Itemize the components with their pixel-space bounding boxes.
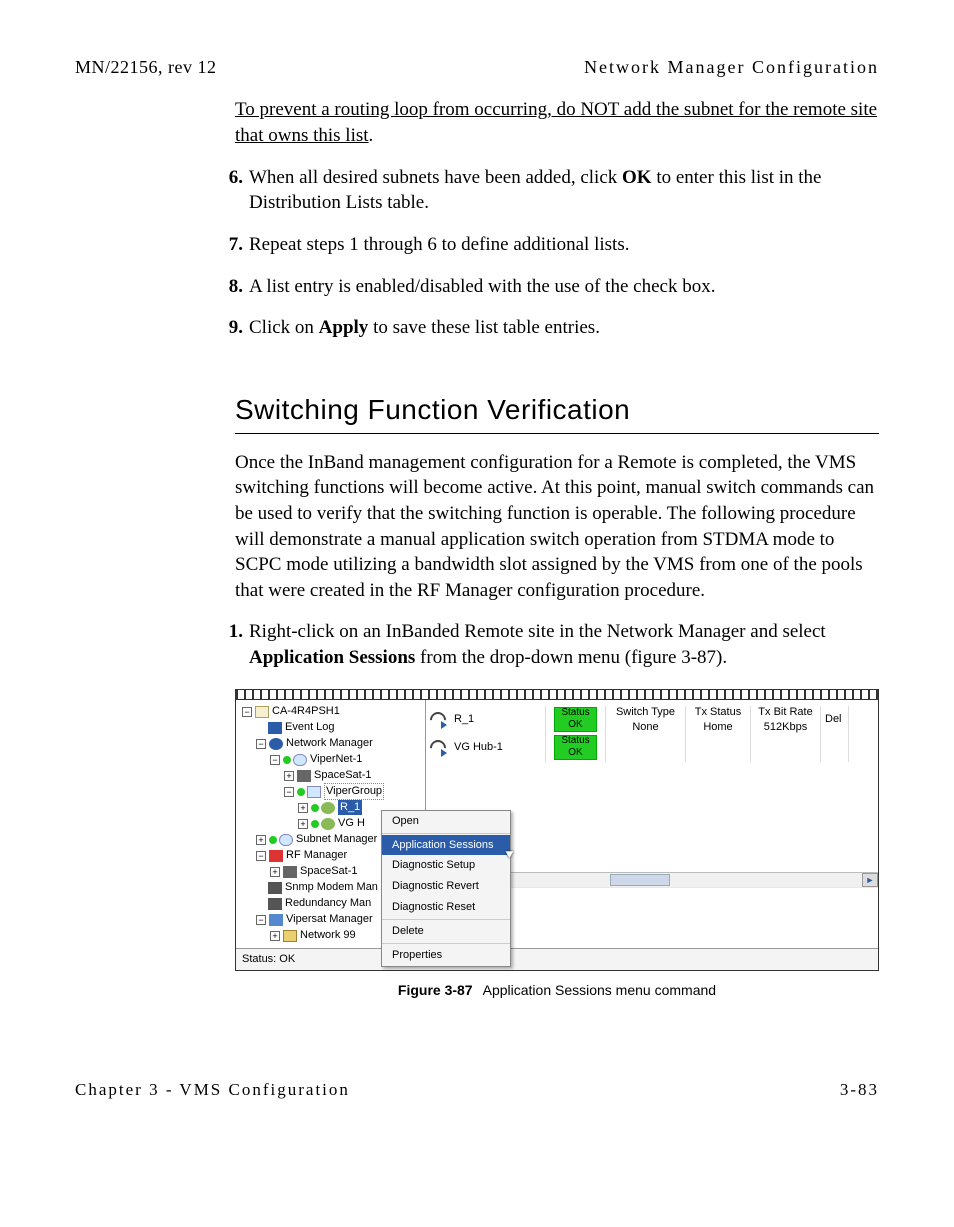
snmp-icon: [268, 882, 282, 894]
antenna-icon: [430, 712, 450, 728]
page-footer: Chapter 3 - VMS Configuration 3-83: [75, 1079, 879, 1102]
col-switch-type: Switch TypeNone: [606, 706, 686, 734]
tree-spacesat[interactable]: +SpaceSat-1: [242, 768, 425, 784]
figure-3-87: −CA-4R4PSH1 Event Log −Network Manager −…: [235, 689, 879, 1000]
step-6: 6. When all desired subnets have been ad…: [215, 165, 879, 216]
figure-caption: Figure 3-87Application Sessions menu com…: [235, 981, 879, 1000]
scroll-right-button[interactable]: ►: [862, 873, 878, 887]
tree-root[interactable]: −CA-4R4PSH1: [242, 704, 425, 720]
list-row-r1[interactable]: R_1 StatusOK Switch TypeNone Tx StatusHo…: [426, 706, 878, 734]
tree-vipergroup[interactable]: −ViperGroup: [242, 784, 425, 800]
satellite-icon: [283, 866, 297, 878]
tree-netmgr[interactable]: −Network Manager: [242, 736, 425, 752]
step-8: 8. A list entry is enabled/disabled with…: [215, 274, 879, 300]
log-icon: [268, 722, 282, 734]
section-title: Switching Function Verification: [235, 391, 879, 429]
status-badge: StatusOK: [554, 735, 596, 761]
tree-view[interactable]: −CA-4R4PSH1 Event Log −Network Manager −…: [236, 700, 426, 948]
rf-icon: [269, 850, 283, 862]
status-badge: StatusOK: [554, 707, 596, 733]
redundancy-icon: [268, 898, 282, 910]
globe-icon: [269, 738, 283, 750]
procedure-step-1: 1. Right-click on an InBanded Remote sit…: [215, 619, 879, 670]
ctx-diag-revert[interactable]: Diagnostic Revert: [382, 876, 510, 897]
warning-text: To prevent a routing loop from occurring…: [235, 97, 879, 148]
ctx-application-sessions[interactable]: Application Sessions: [382, 835, 510, 856]
network-icon: [283, 930, 297, 942]
status-bar: Status: OK: [236, 948, 878, 970]
header-left: MN/22156, rev 12: [75, 55, 217, 79]
list-row-vghub[interactable]: VG Hub-1 StatusOK: [426, 734, 878, 762]
section-rule: [235, 433, 879, 434]
ctx-open[interactable]: Open: [382, 811, 510, 832]
context-menu[interactable]: Open Application Sessions Diagnostic Set…: [381, 810, 511, 967]
footer-right: 3-83: [840, 1079, 879, 1102]
vipersat-icon: [269, 914, 283, 926]
step-7: 7. Repeat steps 1 through 6 to define ad…: [215, 232, 879, 258]
satellite-icon: [297, 770, 311, 782]
cloud-icon: [279, 834, 293, 846]
antenna-icon: [321, 802, 335, 814]
col-tx-bitrate: Tx Bit Rate512Kbps: [751, 706, 821, 734]
ctx-diag-setup[interactable]: Diagnostic Setup: [382, 855, 510, 876]
ctx-diag-reset[interactable]: Diagnostic Reset: [382, 897, 510, 918]
ctx-delete[interactable]: Delete: [382, 921, 510, 942]
scroll-thumb[interactable]: [610, 874, 670, 886]
section-paragraph: Once the InBand management configuration…: [235, 450, 879, 604]
footer-left: Chapter 3 - VMS Configuration: [75, 1079, 350, 1102]
ctx-properties[interactable]: Properties: [382, 945, 510, 966]
step-9: 9. Click on Apply to save these list tab…: [215, 315, 879, 341]
antenna-icon: [430, 740, 450, 756]
cloud-icon: [293, 754, 307, 766]
folder-icon: [255, 706, 269, 718]
col-del: Del: [821, 706, 849, 734]
col-tx-status: Tx StatusHome: [686, 706, 751, 734]
header-right: Network Manager Configuration: [584, 55, 879, 79]
page-header: MN/22156, rev 12 Network Manager Configu…: [75, 55, 879, 79]
group-icon: [307, 786, 321, 798]
antenna-icon: [321, 818, 335, 830]
tree-eventlog[interactable]: Event Log: [242, 720, 425, 736]
tree-vipernet[interactable]: −ViperNet-1: [242, 752, 425, 768]
window-titlebar: [236, 690, 878, 700]
